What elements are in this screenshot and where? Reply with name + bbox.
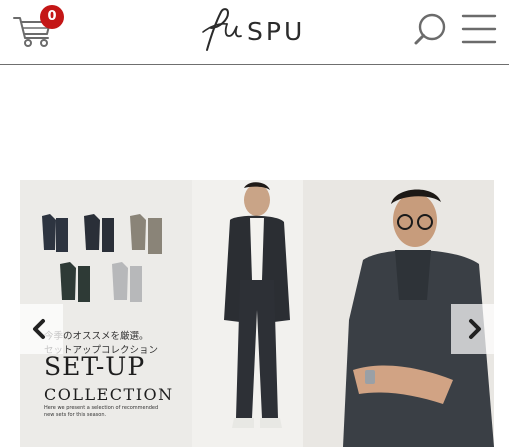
hero-banner[interactable]: 今季のオススメを厳選。 セットアップコレクション SET-UP COLLECTI…	[20, 180, 494, 447]
spu-monogram-logo	[202, 8, 242, 51]
menu-button[interactable]	[461, 13, 497, 45]
site-header: 0 SPU	[0, 0, 509, 65]
setup-garments-image	[42, 214, 162, 302]
carousel-prev-button[interactable]	[20, 304, 63, 354]
search-button[interactable]	[412, 11, 448, 47]
model-standing-image	[224, 182, 290, 428]
logo-text: SPU	[247, 17, 306, 46]
banner-panel-model-standing	[192, 180, 303, 447]
chevron-left-icon	[33, 319, 45, 339]
cart-count-badge: 0	[40, 5, 64, 29]
search-icon	[414, 13, 446, 45]
carousel-next-button[interactable]	[451, 304, 494, 354]
cart-button[interactable]: 0	[12, 4, 64, 50]
chevron-right-icon	[469, 319, 481, 339]
banner-small-copy: Here we present a selection of recommend…	[44, 405, 159, 418]
hamburger-menu-icon	[461, 14, 497, 44]
banner-title: SET-UP	[44, 352, 146, 381]
banner-subtitle: COLLECTION	[44, 385, 174, 404]
site-logo[interactable]: SPU	[197, 6, 317, 54]
